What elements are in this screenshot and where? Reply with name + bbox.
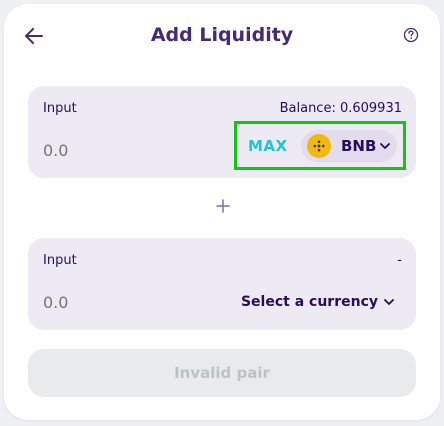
chevron-down-icon [380, 142, 391, 150]
input-a-amount[interactable] [43, 141, 163, 160]
chevron-down-icon [384, 298, 394, 306]
page-title: Add Liquidity [150, 24, 294, 46]
question-circle-icon [403, 27, 419, 43]
help-button[interactable] [402, 26, 420, 44]
currency-symbol: BNB [341, 137, 377, 155]
input-a-balance: Balance: 0.609931 [279, 101, 402, 116]
currency-select-bnb[interactable]: BNB [301, 130, 397, 162]
max-button[interactable]: MAX [248, 137, 288, 155]
select-currency-label: Select a currency [240, 294, 378, 310]
input-a-label: Input [43, 101, 77, 116]
plus-icon [214, 197, 232, 215]
add-liquidity-card: Add Liquidity Input Balance: 0.609931 In… [4, 4, 440, 420]
input-panel-b: Input - Select a currency [28, 238, 416, 330]
input-b-balance: - [397, 253, 402, 268]
select-currency-button[interactable]: Select a currency [241, 294, 394, 310]
header: Add Liquidity [4, 4, 440, 68]
input-b-label: Input [43, 253, 77, 268]
bnb-logo-icon [307, 134, 331, 158]
input-b-amount[interactable] [43, 293, 163, 312]
invalid-pair-button[interactable]: Invalid pair [28, 349, 416, 397]
